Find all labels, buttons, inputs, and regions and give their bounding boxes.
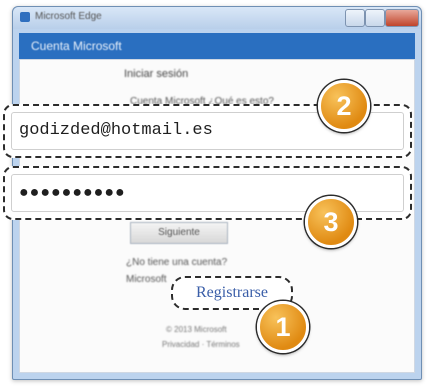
- footer-links[interactable]: Privacidad · Términos: [162, 340, 240, 349]
- next-button[interactable]: Siguiente: [130, 222, 228, 244]
- email-value: godizded@hotmail.es: [19, 121, 213, 140]
- page-header-title: Cuenta Microsoft: [31, 39, 122, 53]
- minimize-button[interactable]: [345, 9, 365, 27]
- step-badge-2: 2: [318, 80, 370, 132]
- signin-heading: Iniciar sesión: [124, 68, 189, 80]
- step-badge-1: 1: [257, 301, 309, 353]
- footer-copyright: © 2013 Microsoft: [166, 325, 227, 334]
- maximize-button[interactable]: [365, 9, 385, 27]
- password-value: ●●●●●●●●●●: [19, 184, 126, 201]
- step-badge-3: 3: [305, 196, 357, 248]
- app-icon: [20, 12, 30, 22]
- window-title: Microsoft Edge: [35, 11, 102, 22]
- title-bar[interactable]: Microsoft Edge: [13, 7, 421, 29]
- page-header: Cuenta Microsoft: [19, 33, 415, 59]
- no-account-text: ¿No tiene una cuenta?: [126, 257, 228, 268]
- close-button[interactable]: [385, 9, 419, 27]
- microsoft-account-text: Microsoft: [126, 274, 167, 285]
